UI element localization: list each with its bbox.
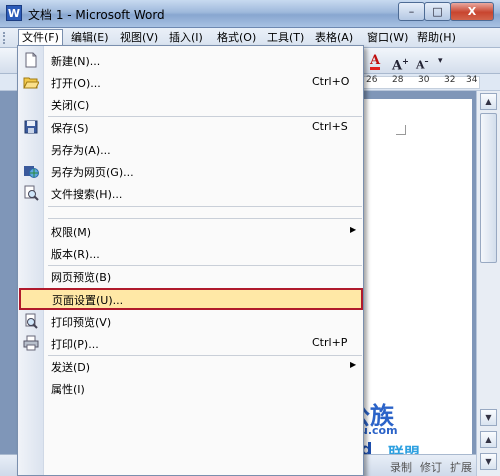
menu-view[interactable]: 视图(V) [117,30,161,46]
menu-item-label: 属性(I) [51,383,85,396]
menu-item-shortcut: Ctrl+O [312,75,350,88]
menu-item-print[interactable]: 打印(P)... Ctrl+P [18,332,363,354]
menu-item-label: 另存为(A)... [51,144,111,157]
font-color-icon[interactable]: A [370,52,381,70]
menu-item-page-setup[interactable]: 页面设置(U)... [19,288,363,310]
menu-item-label: 权限(M) [51,226,92,239]
open-folder-icon [23,74,40,90]
menu-item-label: 保存(S) [51,122,89,135]
ruler-number: 32 [444,75,456,85]
window-title: 文档 1 - Microsoft Word [28,8,165,22]
status-extend[interactable]: 扩展 [450,459,472,475]
menu-item-label: 打印(P)... [51,338,99,351]
menu-item-label: 发送(D) [51,361,91,374]
status-record[interactable]: 录制 [390,459,412,475]
menu-item-label: 网页预览(B) [51,271,112,284]
menu-insert[interactable]: 插入(I) [166,30,206,46]
menu-item-label: 打印预览(V) [51,316,112,329]
menu-format[interactable]: 格式(O) [214,30,259,46]
menu-item-permission[interactable]: 权限(M) ▶ [18,220,363,242]
ruler-number: 30 [418,75,430,85]
menu-item-label: 文件搜索(H)... [51,188,123,201]
menu-table[interactable]: 表格(A) [312,30,356,46]
menu-item-label: 页面设置(U)... [52,294,124,307]
ruler-number: 28 [392,75,404,85]
title-bar: W 文档 1 - Microsoft Word – □ X [0,0,500,28]
printer-icon [23,335,39,351]
menu-window[interactable]: 窗口(W) [364,30,411,46]
menu-tools[interactable]: 工具(T) [264,30,307,46]
menu-item-label: 版本(R)... [51,248,100,261]
save-disk-icon [23,119,39,135]
menu-item-shortcut: Ctrl+P [312,336,348,349]
menu-item-shortcut: Ctrl+S [312,120,348,133]
grow-font-icon[interactable]: A+ [392,52,409,74]
status-track-changes[interactable]: 修订 [420,459,442,475]
grow-font-glyph: A [392,58,403,74]
menu-help[interactable]: 帮助(H) [414,30,459,46]
menu-item-print-preview[interactable]: 打印预览(V) [18,310,363,332]
menu-item-label: 另存为网页(G)... [51,166,134,179]
submenu-arrow-icon: ▶ [350,360,357,369]
ruler-number: 26 [366,75,378,85]
file-search-icon [23,185,39,201]
minimize-button[interactable]: – [398,2,425,21]
maximize-button[interactable]: □ [424,2,451,21]
menu-item-label: 打开(O)... [51,77,101,90]
save-web-page-icon [23,163,39,179]
menu-item-file-search[interactable]: 文件搜索(H)... [18,182,363,204]
new-document-icon [23,52,39,68]
menu-item-save[interactable]: 保存(S) Ctrl+S [18,116,363,138]
file-menu-dropdown: 新建(N)... 打开(O)... Ctrl+O 关闭(C) 保存(S) Ctr… [17,45,364,476]
menu-item-versions[interactable]: 版本(R)... [18,242,363,264]
word-app-icon[interactable]: W [6,5,22,21]
menu-item-web-preview[interactable]: 网页预览(B) [18,265,363,287]
print-preview-icon [23,313,39,329]
menu-item-new[interactable]: 新建(N)... [18,49,363,71]
window-controls: – □ X [398,2,494,21]
scroll-down-icon[interactable]: ▼ [480,409,497,426]
menu-item-label: 新建(N)... [51,55,101,68]
menu-item-save-as[interactable]: 另存为(A)... [18,138,363,160]
close-button[interactable]: X [450,2,494,21]
ruler-number: 34 [466,75,478,85]
toolbar-options-chevron-icon[interactable]: ▾ [438,52,443,70]
scroll-thumb[interactable] [480,113,497,263]
menu-item-close[interactable]: 关闭(C) [18,93,363,115]
shrink-font-glyph: A [416,58,425,72]
menu-item-open[interactable]: 打开(O)... Ctrl+O [18,71,363,93]
menu-edit[interactable]: 编辑(E) [68,30,112,46]
menu-separator [48,218,362,219]
scroll-up-icon[interactable]: ▲ [480,93,497,110]
menu-item-send-to[interactable]: 发送(D) ▶ [18,355,363,377]
next-page-icon[interactable]: ▼ [480,453,497,470]
page-margin-corner [396,125,406,135]
shrink-font-icon[interactable]: A– [416,52,429,72]
menu-item-label: 关闭(C) [51,99,90,112]
submenu-arrow-icon: ▶ [350,225,357,234]
menubar-grip[interactable] [3,32,6,44]
menu-item-properties[interactable]: 属性(I) [18,377,363,399]
vertical-scrollbar[interactable]: ▲ ▼ ▲ ▼ [476,91,500,476]
previous-page-icon[interactable]: ▲ [480,431,497,448]
menu-item-save-as-web[interactable]: 另存为网页(G)... [18,160,363,182]
